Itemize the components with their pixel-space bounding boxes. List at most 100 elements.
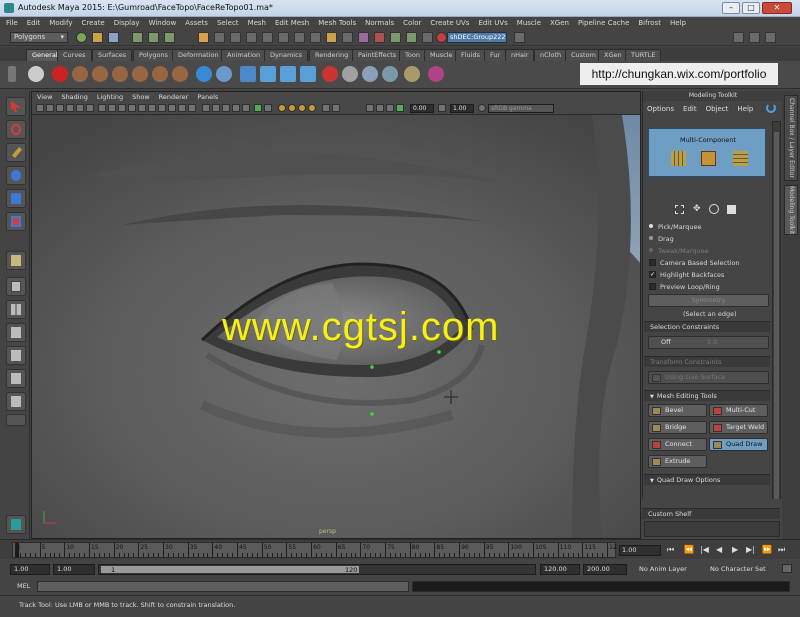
toolkit-menu-object[interactable]: Object — [706, 105, 729, 113]
anim-layer-dropdown[interactable]: No Anim Layer — [639, 565, 687, 573]
menu-edit-uvs[interactable]: Edit UVs — [478, 19, 507, 27]
shelf-sphere-icon[interactable] — [196, 66, 212, 82]
mesh-editing-tools-header[interactable]: ▼ Mesh Editing Tools — [644, 390, 770, 401]
grid-icon[interactable] — [98, 104, 106, 112]
paint-select-tool[interactable] — [6, 143, 26, 162]
menu-create[interactable]: Create — [81, 19, 104, 27]
menu-create-uvs[interactable]: Create UVs — [430, 19, 469, 27]
backface-icon[interactable] — [376, 104, 384, 112]
scale-tool[interactable] — [6, 212, 26, 231]
shelf-lattice-icon[interactable] — [322, 66, 338, 82]
toolkit-menu-options[interactable]: Options — [647, 105, 674, 113]
select-component-icon[interactable] — [164, 32, 175, 43]
menu-bifrost[interactable]: Bifrost — [638, 19, 661, 27]
shelf-cone-icon[interactable] — [300, 66, 316, 82]
isolate-select-icon[interactable] — [254, 104, 262, 112]
quad-draw-button[interactable]: Quad Draw — [709, 438, 768, 451]
toolkit-scrollbar[interactable] — [772, 121, 781, 531]
hypershade-icon[interactable] — [374, 32, 385, 43]
shadows-icon[interactable] — [242, 104, 250, 112]
hud-icon[interactable] — [264, 104, 272, 112]
shelf-extrude-icon[interactable] — [428, 66, 444, 82]
viewport-menu-lighting[interactable]: Lighting — [97, 93, 123, 101]
shelf-gear-icon[interactable] — [28, 66, 44, 82]
menu-select[interactable]: Select — [217, 19, 239, 27]
snap-live-icon[interactable] — [278, 32, 289, 43]
layout-more[interactable] — [6, 414, 26, 426]
camera-based-selection-checkbox[interactable]: Camera Based Selection — [649, 259, 740, 267]
modeling-toolkit-shortcut[interactable] — [6, 515, 26, 534]
magnet-icon[interactable] — [422, 32, 433, 43]
gamma-icon[interactable] — [438, 104, 446, 112]
menu-assets[interactable]: Assets — [185, 19, 208, 27]
minimize-button[interactable]: – — [722, 2, 740, 14]
resolution-gate-icon[interactable] — [118, 104, 126, 112]
menu-window[interactable]: Window — [149, 19, 177, 27]
viewport-menu-renderer[interactable]: Renderer — [159, 93, 189, 101]
grease-pencil-icon[interactable] — [86, 104, 94, 112]
bevel-button[interactable]: Bevel — [648, 404, 707, 417]
target-weld-button[interactable]: Target Weld — [709, 421, 768, 434]
pick-marquee-option[interactable]: Pick/Marquee — [649, 223, 702, 231]
exposure-icon[interactable] — [396, 104, 404, 112]
gamma-field[interactable]: 1.00 — [450, 104, 474, 113]
shelf-combine-icon[interactable] — [342, 66, 358, 82]
menu-normals[interactable]: Normals — [365, 19, 394, 27]
input-output-icon[interactable] — [310, 32, 321, 43]
play-backward-icon[interactable]: ◀ — [716, 545, 722, 554]
shelf-tab-polygons[interactable]: Polygons — [133, 49, 174, 61]
shelf-tab-turtle[interactable]: TURTLE — [625, 49, 662, 61]
select-by-type-icon[interactable] — [198, 32, 209, 43]
channel-box-toggle-icon[interactable] — [765, 32, 776, 43]
step-forward-frame-icon[interactable]: ▶| — [746, 545, 755, 554]
xray-active-icon[interactable] — [332, 104, 340, 112]
color-management-icon[interactable] — [478, 104, 486, 112]
menu-muscle[interactable]: Muscle — [517, 19, 541, 27]
shelf-tab-fur[interactable]: Fur — [484, 49, 507, 61]
preview-loop-ring-checkbox[interactable]: Preview Loop/Ring — [649, 283, 720, 291]
tab-modeling-toolkit[interactable]: Modeling Toolkit — [784, 185, 798, 235]
power-icon[interactable] — [766, 103, 776, 113]
toolkit-menu-help[interactable]: Help — [737, 105, 753, 113]
bookmark-icon[interactable] — [56, 104, 64, 112]
toolsettings-toggle-icon[interactable] — [733, 32, 744, 43]
shelf-sculpt-icon[interactable] — [72, 66, 88, 82]
shelf-sculpt-6-icon[interactable] — [172, 66, 188, 82]
range-slider[interactable]: 1 120 — [98, 564, 536, 575]
shelf-sphere-2-icon[interactable] — [216, 66, 232, 82]
menu-file[interactable]: File — [6, 19, 18, 27]
last-tool-used[interactable] — [6, 251, 26, 270]
wireframe-on-shaded-icon[interactable] — [188, 104, 196, 112]
menu-modify[interactable]: Modify — [49, 19, 72, 27]
multi-component-box[interactable]: Multi-Component — [648, 128, 766, 177]
drag-option[interactable]: Drag — [649, 235, 674, 243]
quad-draw-dot[interactable] — [370, 365, 374, 369]
scene-start-field[interactable]: 1.00 — [10, 564, 50, 575]
live-surface-button[interactable]: Using Live Surface — [648, 371, 769, 384]
marquee-select-icon[interactable] — [675, 205, 684, 214]
shelf-tab-fluids[interactable]: Fluids — [455, 49, 486, 61]
shelf-bevel-icon[interactable] — [404, 66, 420, 82]
command-input[interactable] — [37, 581, 409, 592]
move-arrows-icon[interactable]: ✥ — [693, 204, 701, 214]
lasso-tool[interactable] — [6, 120, 26, 139]
transform-constraints-header[interactable]: Transform Constraints — [644, 356, 770, 367]
scene-end-field[interactable]: 200.00 — [583, 564, 627, 575]
open-scene-icon[interactable] — [92, 32, 103, 43]
shelf-sculpt-5-icon[interactable] — [152, 66, 168, 82]
snap-view-plane-icon[interactable] — [262, 32, 273, 43]
colorspace-dropdown[interactable]: sRGB gamma — [488, 104, 554, 113]
menu-mesh[interactable]: Mesh — [248, 19, 266, 27]
custom-shelf-header[interactable]: Custom Shelf — [642, 508, 780, 519]
scale-box-icon[interactable] — [727, 205, 736, 214]
safe-title-icon[interactable] — [158, 104, 166, 112]
quad-draw-dot[interactable] — [370, 412, 374, 416]
select-tool[interactable] — [6, 97, 26, 116]
go-to-end-icon[interactable]: ⏭ — [778, 545, 785, 555]
timeline-ruler[interactable]: 1510152025303540455055606570758085909510… — [12, 542, 617, 558]
render-settings-icon[interactable] — [358, 32, 369, 43]
wireframe-icon[interactable] — [168, 104, 176, 112]
selection-constraints-header[interactable]: Selection Constraints — [644, 321, 770, 332]
shelf-sculpt-2-icon[interactable] — [92, 66, 108, 82]
shelf-tab-ncloth[interactable]: nCloth — [534, 49, 568, 61]
